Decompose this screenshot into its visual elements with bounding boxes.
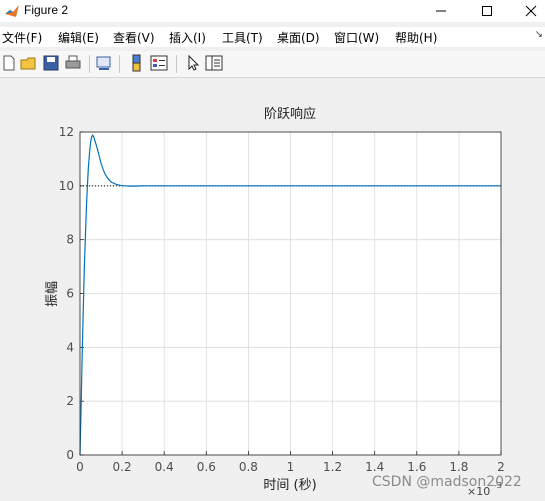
minimize-button[interactable]: [419, 0, 463, 22]
y-tick-label: 10: [59, 179, 74, 193]
toolbar-separator: [89, 55, 90, 73]
toolbar-separator: [119, 55, 120, 73]
y-tick-label: 4: [66, 340, 74, 354]
menu-help[interactable]: 帮助(H): [395, 29, 437, 46]
y-tick-label: 8: [66, 233, 74, 247]
x-tick-label: 1.8: [449, 460, 468, 474]
minimize-icon: [436, 10, 446, 12]
x-tick-label: 1.2: [323, 460, 342, 474]
menu-tools[interactable]: 工具(T): [222, 29, 263, 46]
menu-bar: 文件(F) 编辑(E) 查看(V) 插入(I) 工具(T) 桌面(D) 窗口(W…: [0, 27, 545, 47]
legend-icon[interactable]: [150, 54, 168, 72]
window-title: Figure 2: [24, 3, 69, 17]
link-plot-icon[interactable]: [95, 54, 113, 72]
x-tick-label: 0.8: [239, 460, 258, 474]
x-axis-label: 时间 (秒): [263, 478, 316, 493]
step-response-chart: 0 0.2 0.4 0.6 0.8 1 1.2 1.4 1.6 1.8 2 0 2 4 6 8 10 12 阶跃…: [45, 106, 522, 498]
y-axis-label: 振幅: [45, 281, 60, 307]
x-tick-label: 0.2: [113, 460, 132, 474]
colorbar-icon[interactable]: [128, 54, 146, 72]
x-tick-label: 0.4: [155, 460, 174, 474]
figure-toolbar: [0, 51, 545, 78]
menu-view[interactable]: 查看(V): [113, 29, 155, 46]
edit-plot-arrow-icon[interactable]: [184, 54, 202, 72]
x-tick-label: 0: [76, 460, 84, 474]
menu-edit[interactable]: 编辑(E): [58, 29, 99, 46]
window-titlebar: Figure 2: [0, 0, 545, 22]
new-figure-icon[interactable]: [0, 54, 18, 72]
menu-file[interactable]: 文件(F): [2, 29, 42, 46]
menu-insert[interactable]: 插入(I): [169, 29, 206, 46]
menubar-overflow-icon[interactable]: ↘: [535, 29, 543, 40]
x-tick-label: 1.4: [365, 460, 384, 474]
chart-title: 阶跃响应: [264, 106, 316, 122]
y-tick-label: 2: [66, 394, 74, 408]
open-file-icon[interactable]: [20, 54, 38, 72]
print-icon[interactable]: [64, 54, 82, 72]
y-tick-label: 12: [59, 125, 74, 139]
close-button[interactable]: [509, 0, 545, 22]
toolbar-separator: [176, 55, 177, 73]
x-tick-label: 1.6: [407, 460, 426, 474]
figure-canvas: 0 0.2 0.4 0.6 0.8 1 1.2 1.4 1.6 1.8 2 0 2 4 6 8 10 12 阶跃…: [0, 78, 545, 498]
menu-desktop[interactable]: 桌面(D): [277, 29, 320, 46]
close-icon: [525, 5, 537, 17]
menu-window[interactable]: 窗口(W): [334, 29, 379, 46]
matlab-logo-icon: [5, 5, 19, 17]
maximize-icon: [482, 6, 492, 16]
maximize-button[interactable]: [465, 0, 509, 22]
x-tick-label: 0.6: [197, 460, 216, 474]
save-icon[interactable]: [42, 54, 60, 72]
y-tick-label: 6: [66, 287, 74, 301]
x-tick-label: 2: [497, 460, 505, 474]
csdn-watermark: CSDN @madson2022: [372, 474, 522, 490]
y-tick-label: 0: [66, 448, 74, 462]
property-inspector-icon[interactable]: [205, 54, 223, 72]
x-tick-label: 1: [287, 460, 295, 474]
